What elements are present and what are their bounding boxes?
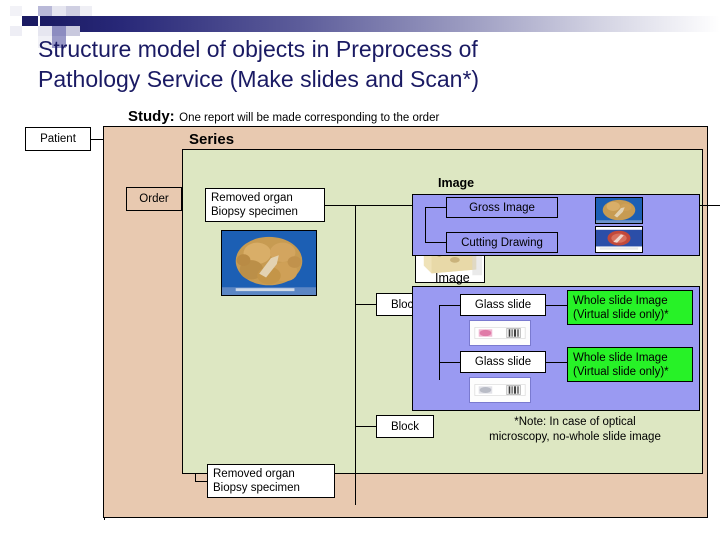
node-patient[interactable]: Patient (25, 127, 91, 151)
node-wsi-2-line-2: (Virtual slide only)* (573, 365, 669, 378)
connector-image-bottom-vertical (439, 305, 440, 380)
deco-square (66, 6, 80, 16)
node-order[interactable]: Order (126, 187, 182, 211)
deco-square (38, 6, 52, 16)
study-description: One report will be made corresponding to… (179, 112, 440, 124)
thumbnail-gross-specimen (221, 230, 317, 296)
deco-square-dark (22, 16, 38, 26)
connector-to-block-2 (355, 426, 377, 427)
connector-image-top-vertical (425, 207, 426, 242)
slide-title-line-1: Structure model of objects in Preprocess… (38, 36, 478, 62)
thumbnail-glass-slide-1 (469, 320, 531, 346)
deco-square (80, 6, 92, 16)
footnote-line-1: *Note: In case of optical (514, 416, 636, 428)
connector-glass-slide-1-to-wsi (546, 305, 568, 306)
study-label: Study: (128, 108, 175, 125)
node-block-2[interactable]: Block (376, 415, 434, 438)
node-cutting-drawing[interactable]: Cutting Drawing (446, 232, 558, 253)
series-title: Series (189, 131, 235, 148)
node-wsi-2-line-1: Whole slide Image (573, 351, 668, 364)
connector-to-block-1 (355, 304, 377, 305)
thumbnail-glass-slide-2 (469, 377, 531, 403)
header-gradient-bar (40, 16, 720, 32)
node-gross-image[interactable]: Gross Image (446, 197, 558, 218)
connector-to-glass-slide-1 (439, 305, 461, 306)
node-specimen-top-line-1: Removed organ (211, 192, 293, 204)
footnote-line-2: microscopy, no-whole slide image (489, 431, 661, 443)
container-image-top: Gross Image Cutting Drawing (412, 194, 700, 256)
footnote: *Note: In case of optical microscopy, no… (450, 415, 700, 445)
deco-square (10, 26, 22, 36)
connector-to-cutting-drawing (425, 242, 447, 243)
node-specimen-bottom[interactable]: Removed organ Biopsy specimen (207, 464, 335, 498)
connector-to-gross-image (425, 207, 447, 208)
connector-specimen-vertical (355, 205, 356, 505)
node-wsi-1-line-2: (Virtual slide only)* (573, 308, 669, 321)
connector-order-to-specimen-bottom (195, 481, 207, 482)
node-whole-slide-image-2[interactable]: Whole slide Image (Virtual slide only)* (567, 347, 693, 382)
node-specimen-top-line-2: Biopsy specimen (211, 206, 298, 218)
slide-title-line-2: Pathology Service (Make slides and Scan*… (38, 66, 480, 92)
slide-title: Structure model of objects in Preprocess… (38, 34, 678, 94)
node-specimen-top[interactable]: Removed organ Biopsy specimen (205, 188, 325, 222)
image-label-top: Image (438, 176, 475, 190)
node-wsi-1-line-1: Whole slide Image (573, 294, 668, 307)
image-label-bottom: Image (435, 271, 470, 285)
connector-glass-slide-2-to-wsi (546, 362, 568, 363)
node-glass-slide-2[interactable]: Glass slide (460, 351, 546, 373)
deco-square (10, 6, 22, 16)
container-image-bottom: Glass slide Whole slide Image (Virtual s… (412, 286, 700, 411)
node-specimen-bottom-line-1: Removed organ (213, 468, 295, 480)
thumbnail-cutting-drawing (595, 226, 643, 253)
deco-square (52, 6, 66, 16)
node-specimen-bottom-line-2: Biopsy specimen (213, 482, 300, 494)
connector-to-glass-slide-2 (439, 362, 461, 363)
study-caption: Study: One report will be made correspon… (128, 108, 439, 126)
node-glass-slide-1[interactable]: Glass slide (460, 294, 546, 316)
node-whole-slide-image-1[interactable]: Whole slide Image (Virtual slide only)* (567, 290, 693, 325)
thumbnail-gross-image (595, 197, 643, 224)
container-series: Series Order Removed organ Biopsy specim… (103, 126, 720, 518)
